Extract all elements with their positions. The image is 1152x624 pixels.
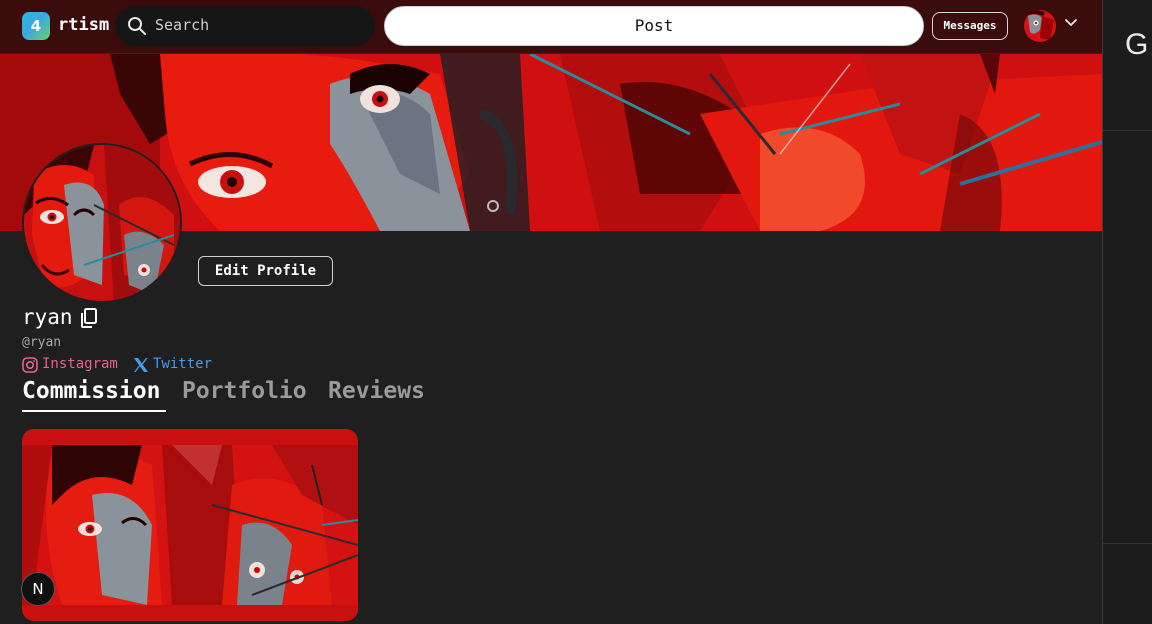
copy-icon[interactable] bbox=[80, 308, 98, 328]
post-button[interactable]: Post bbox=[384, 6, 924, 46]
tab-reviews[interactable]: Reviews bbox=[328, 378, 425, 404]
profile-avatar[interactable] bbox=[22, 143, 182, 303]
chevron-down-icon[interactable] bbox=[1064, 18, 1078, 28]
tab-commission[interactable]: Commission bbox=[22, 378, 160, 404]
top-navbar: 4 rtism Post Messages bbox=[0, 0, 1102, 54]
tab-portfolio[interactable]: Portfolio bbox=[182, 378, 307, 404]
instagram-label: Instagram bbox=[42, 356, 118, 372]
user-avatar[interactable] bbox=[1024, 10, 1056, 42]
search-box[interactable] bbox=[115, 6, 375, 46]
twitter-label: Twitter bbox=[153, 356, 213, 372]
commission-image bbox=[22, 445, 358, 605]
side-panel-text: G bbox=[1125, 28, 1149, 61]
n-badge[interactable]: N bbox=[21, 572, 55, 606]
messages-button[interactable]: Messages bbox=[932, 12, 1008, 40]
logo-text[interactable]: rtism bbox=[58, 15, 109, 35]
search-icon bbox=[128, 17, 146, 35]
side-divider bbox=[1103, 543, 1152, 544]
logo-badge[interactable]: 4 bbox=[22, 12, 50, 40]
profile-username: ryan bbox=[22, 305, 73, 329]
edit-profile-button[interactable]: Edit Profile bbox=[198, 256, 333, 286]
profile-handle: @ryan bbox=[22, 335, 62, 350]
side-divider bbox=[1103, 130, 1152, 131]
commission-card[interactable] bbox=[22, 429, 358, 621]
side-panel: G bbox=[1102, 0, 1152, 624]
main-area: 4 rtism Post Messages bbox=[0, 0, 1102, 624]
search-input[interactable] bbox=[155, 14, 355, 36]
x-twitter-icon bbox=[134, 358, 148, 372]
active-tab-indicator bbox=[22, 410, 166, 412]
instagram-icon bbox=[22, 357, 38, 373]
